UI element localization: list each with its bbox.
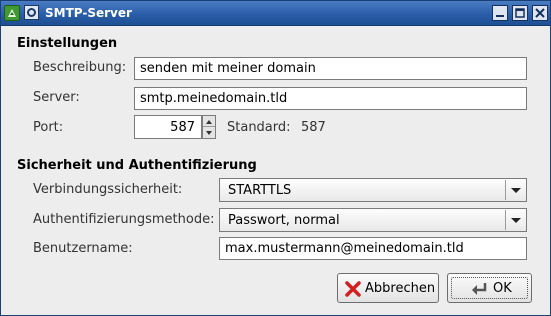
- description-input[interactable]: senden mit meiner domain: [134, 57, 527, 80]
- ok-label: OK: [493, 281, 512, 296]
- window-menu-icon[interactable]: [24, 5, 39, 20]
- port-default-value: 587: [301, 120, 326, 135]
- auth-method-select[interactable]: Passwort, normal: [219, 208, 527, 232]
- chevron-up-icon: [206, 120, 212, 124]
- maximize-button[interactable]: [512, 5, 528, 21]
- server-label: Server:: [33, 90, 80, 105]
- port-default-label: Standard:: [227, 120, 291, 135]
- smtp-server-dialog: SMTP-Server Einstellungen Beschreibung: …: [0, 0, 551, 316]
- connection-security-value: STARTTLS: [228, 183, 292, 198]
- username-input[interactable]: max.mustermann@meinedomain.tld: [219, 237, 527, 260]
- window-title: SMTP-Server: [45, 6, 132, 20]
- ok-button[interactable]: OK: [447, 273, 532, 303]
- description-label: Beschreibung:: [33, 60, 127, 75]
- server-input[interactable]: smtp.meinedomain.tld: [134, 87, 527, 110]
- cancel-button[interactable]: Abbrechen: [337, 273, 439, 303]
- chevron-down-icon: [206, 131, 212, 135]
- chevron-down-icon: [511, 188, 521, 193]
- minimize-button[interactable]: [492, 5, 508, 21]
- auth-method-label: Authentifizierungsmethode:: [33, 212, 215, 227]
- close-icon: [535, 8, 545, 18]
- connection-security-select[interactable]: STARTTLS: [219, 178, 527, 202]
- title-bar[interactable]: SMTP-Server: [1, 1, 550, 26]
- connection-security-label: Verbindungssicherheit:: [33, 182, 183, 197]
- close-button[interactable]: [532, 5, 548, 21]
- security-heading: Sicherheit und Authentifizierung: [17, 158, 257, 173]
- minimize-icon: [496, 15, 504, 17]
- dropdown-arrow[interactable]: [505, 180, 525, 200]
- dropdown-arrow[interactable]: [505, 210, 525, 230]
- enter-icon: [470, 280, 488, 298]
- auth-method-value: Passwort, normal: [228, 213, 340, 228]
- cancel-label: Abbrechen: [365, 281, 436, 296]
- maximize-icon: [515, 8, 525, 18]
- cancel-icon: [344, 280, 362, 298]
- app-icon: [4, 5, 20, 21]
- port-label: Port:: [33, 120, 64, 135]
- port-input[interactable]: 587: [134, 115, 202, 139]
- port-increment-button[interactable]: [203, 116, 215, 127]
- port-spinner[interactable]: [202, 115, 216, 139]
- chevron-down-icon: [511, 218, 521, 223]
- username-label: Benutzername:: [33, 241, 133, 256]
- port-decrement-button[interactable]: [203, 127, 215, 138]
- settings-heading: Einstellungen: [17, 36, 118, 51]
